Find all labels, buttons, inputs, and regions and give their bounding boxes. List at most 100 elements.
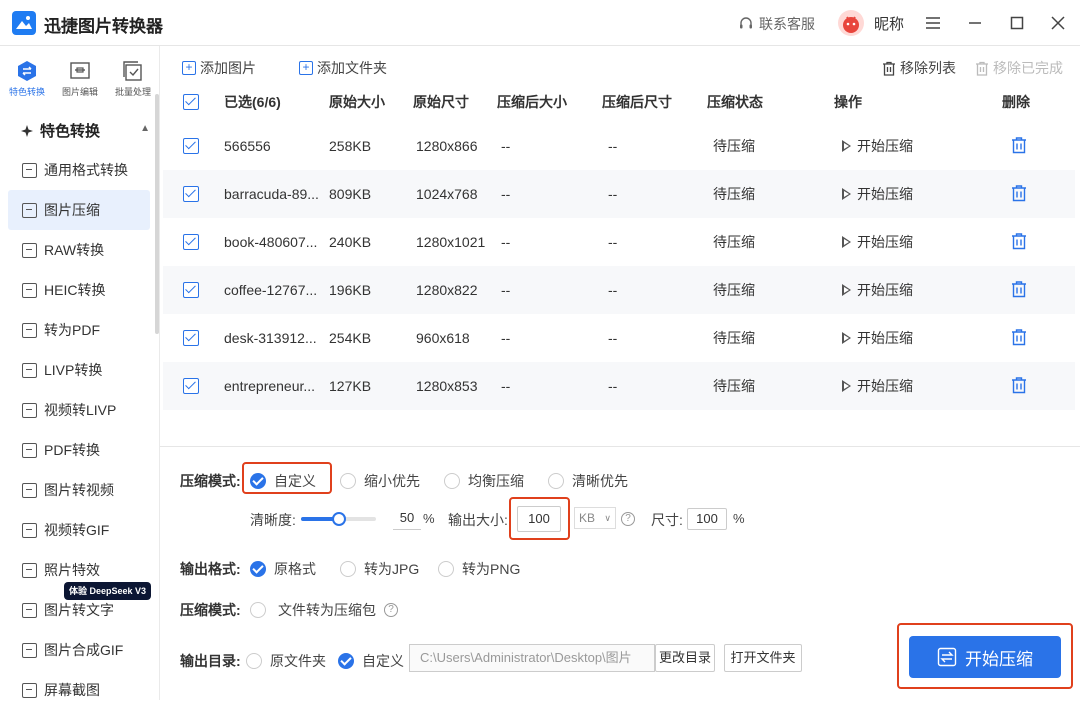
menu-item-icon <box>22 682 37 698</box>
zip-radio[interactable]: 文件转为压缩包? <box>250 600 398 620</box>
dim-input[interactable]: 100 <box>687 508 727 530</box>
row-checkbox[interactable] <box>183 282 199 298</box>
trash-icon <box>1012 280 1026 297</box>
avatar[interactable] <box>838 10 864 36</box>
nav-image-edit[interactable]: 图片编辑 <box>56 60 104 98</box>
maximize-icon[interactable] <box>1006 12 1028 34</box>
file-name: 566556 <box>224 138 271 154</box>
start-compress-button[interactable]: 开始压缩 <box>909 636 1061 678</box>
help-icon[interactable]: ? <box>621 509 635 526</box>
add-folder-button[interactable]: + 添加文件夹 <box>299 58 387 78</box>
app-title: 迅捷图片转换器 <box>44 17 163 36</box>
sidebar-item-livp[interactable]: LIVP转换 <box>8 350 150 390</box>
delete-row-button[interactable] <box>1002 232 1075 253</box>
action-label: 开始压缩 <box>857 138 913 154</box>
sidebar-item-label: HEIC转换 <box>44 282 106 298</box>
row-checkbox[interactable] <box>183 234 199 250</box>
mode-balanced-radio[interactable]: 均衡压缩 <box>444 471 524 491</box>
start-compress-row-button[interactable]: 开始压缩 <box>834 376 1002 396</box>
start-compress-row-button[interactable]: 开始压缩 <box>834 232 1002 252</box>
row-checkbox[interactable] <box>183 330 199 346</box>
sidebar-item-image-to-gif[interactable]: 图片合成GIF <box>8 630 150 670</box>
sidebar-item-video-to-gif[interactable]: 视频转GIF <box>8 510 150 550</box>
delete-row-button[interactable] <box>1002 184 1075 205</box>
sidebar-item-video-to-livp[interactable]: 视频转LIVP <box>8 390 150 430</box>
help-icon[interactable]: ? <box>384 603 398 617</box>
format-option-label: 原格式 <box>274 561 316 577</box>
clarity-slider[interactable] <box>301 512 376 526</box>
nav-feature-convert[interactable]: 特色转换 <box>3 60 51 98</box>
sidebar-menu: 通用格式转换 图片压缩 RAW转换 HEIC转换 转为PDF LIVP转换 视频… <box>8 150 150 710</box>
sidebar-scrollbar[interactable] <box>155 94 159 334</box>
menu-item-icon <box>22 202 37 218</box>
delete-row-button[interactable] <box>1002 136 1075 157</box>
title-bar: 迅捷图片转换器 联系客服 昵称 <box>0 0 1080 46</box>
output-path-field[interactable]: C:\Users\Administrator\Desktop\图片 <box>409 644 655 672</box>
open-folder-button[interactable]: 打开文件夹 <box>724 644 802 672</box>
mode-smaller-radio[interactable]: 缩小优先 <box>340 471 420 491</box>
clarity-percent: % <box>423 511 435 526</box>
sidebar-item-heic[interactable]: HEIC转换 <box>8 270 150 310</box>
mode-label: 压缩模式: <box>180 473 241 489</box>
remove-done-button[interactable]: 移除已完成 <box>975 58 1063 78</box>
menu-icon[interactable] <box>922 12 944 34</box>
close-icon[interactable] <box>1047 12 1069 34</box>
format-jpg-radio[interactable]: 转为JPG <box>340 559 419 579</box>
mode-option-label: 均衡压缩 <box>468 473 524 489</box>
minimize-icon[interactable] <box>964 12 986 34</box>
clarity-input[interactable]: 50 <box>393 508 421 530</box>
start-compress-row-button[interactable]: 开始压缩 <box>834 184 1002 204</box>
dir-custom-radio[interactable]: 自定义 <box>338 651 404 671</box>
sidebar-item-label: 图片转视频 <box>44 482 114 498</box>
comp-size: -- <box>501 282 511 298</box>
select-all-checkbox[interactable] <box>183 94 199 110</box>
row-checkbox[interactable] <box>183 378 199 394</box>
start-compress-label: 开始压缩 <box>965 649 1033 669</box>
sidebar-item-general-convert[interactable]: 通用格式转换 <box>8 150 150 190</box>
start-compress-row-button[interactable]: 开始压缩 <box>834 328 1002 348</box>
start-compress-row-button[interactable]: 开始压缩 <box>834 136 1002 156</box>
sidebar-item-raw[interactable]: RAW转换 <box>8 230 150 270</box>
sidebar-item-screenshot[interactable]: 屏幕截图 <box>8 670 150 710</box>
sidebar-item-pdf-convert[interactable]: PDF转换 <box>8 430 150 470</box>
delete-row-button[interactable] <box>1002 376 1075 397</box>
sidebar-group-header[interactable]: 特色转换 ▲ <box>20 120 150 141</box>
delete-row-button[interactable] <box>1002 328 1075 349</box>
deepseek-badge[interactable]: 体验 DeepSeek V3 <box>64 582 152 600</box>
dir-original-radio[interactable]: 原文件夹 <box>246 651 326 671</box>
row-checkbox[interactable] <box>183 138 199 154</box>
format-png-radio[interactable]: 转为PNG <box>438 559 520 579</box>
zip-option-label: 文件转为压缩包 <box>278 602 376 618</box>
sidebar-item-image-compress[interactable]: 图片压缩 <box>8 190 150 230</box>
mode-custom-radio[interactable]: 自定义 <box>250 471 316 491</box>
row-checkbox[interactable] <box>183 186 199 202</box>
size-unit-select[interactable]: KB ∨ <box>574 507 616 529</box>
header-comp-size: 压缩后大小 <box>497 94 567 110</box>
radio-icon <box>246 653 262 669</box>
nav-batch-process[interactable]: 批量处理 <box>109 60 157 98</box>
table-row: desk-313912... 254KB 960x618 -- -- 待压缩 开… <box>163 314 1075 362</box>
action-label: 开始压缩 <box>857 234 913 250</box>
clarity-slider-knob[interactable] <box>331 512 346 526</box>
comp-dim: -- <box>608 234 618 250</box>
nav-label: 图片编辑 <box>61 87 98 97</box>
nickname[interactable]: 昵称 <box>874 13 904 34</box>
remove-list-button[interactable]: 移除列表 <box>882 58 956 78</box>
delete-row-button[interactable] <box>1002 280 1075 301</box>
output-size-label: 输出大小: <box>448 512 508 528</box>
table-header: 已选(6/6) 原始大小 原始尺寸 压缩后大小 压缩后尺寸 压缩状态 操作 删除 <box>163 82 1075 122</box>
add-image-button[interactable]: + 添加图片 <box>182 58 256 78</box>
menu-item-icon <box>22 322 37 338</box>
sidebar-group-title: 特色转换 <box>40 123 101 140</box>
orig-dim: 960x618 <box>416 330 470 346</box>
change-dir-button[interactable]: 更改目录 <box>655 644 715 672</box>
mode-clarity-radio[interactable]: 清晰优先 <box>548 471 628 491</box>
output-size-input[interactable]: 100 <box>517 506 561 532</box>
sidebar-item-to-pdf[interactable]: 转为PDF <box>8 310 150 350</box>
format-original-radio[interactable]: 原格式 <box>250 559 316 579</box>
sidebar-item-image-to-video[interactable]: 图片转视频 <box>8 470 150 510</box>
status: 待压缩 <box>713 330 755 346</box>
clarity-label: 清晰度: <box>250 512 296 528</box>
start-compress-row-button[interactable]: 开始压缩 <box>834 280 1002 300</box>
support-button[interactable]: 联系客服 <box>738 14 815 34</box>
